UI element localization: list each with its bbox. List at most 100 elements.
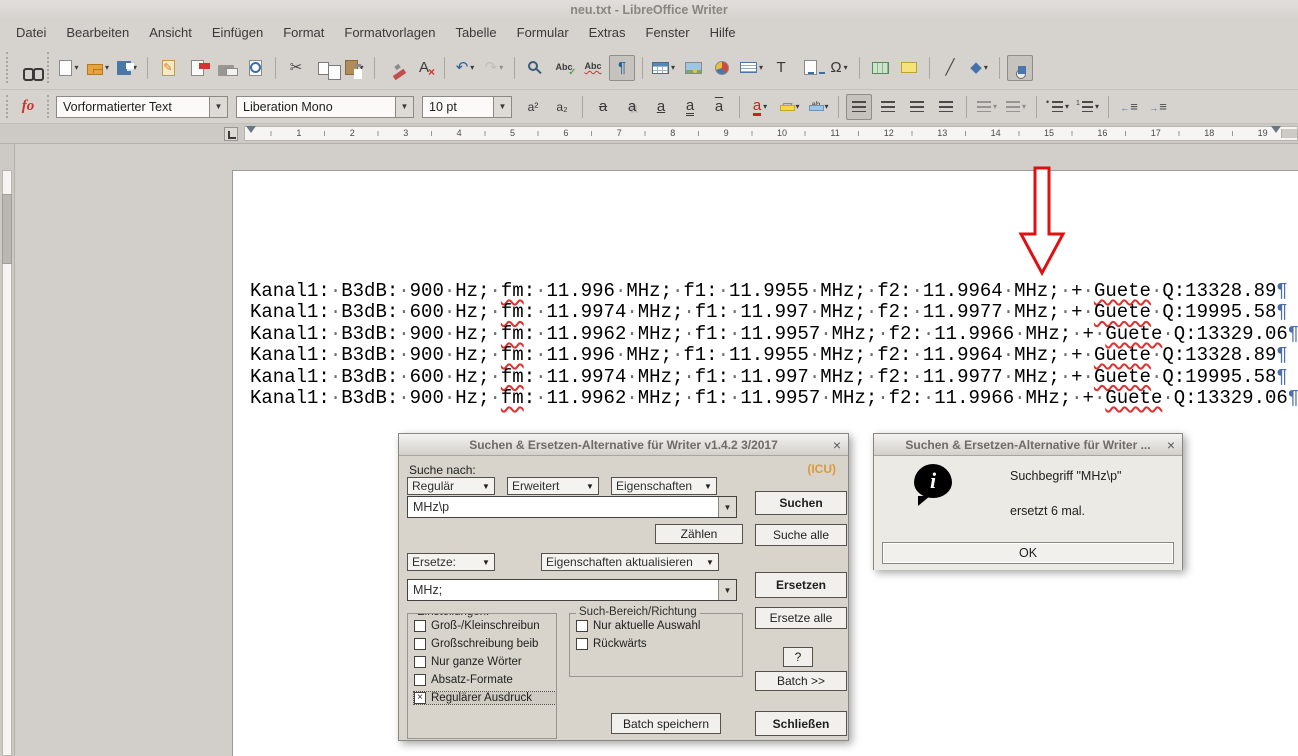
chevron-down-icon[interactable]: ▾ [470, 63, 474, 72]
superscript-icon[interactable]: a² [520, 94, 546, 120]
align-justify-icon[interactable] [933, 94, 959, 120]
undo-icon[interactable]: ↶▾ [452, 55, 478, 81]
print-icon[interactable] [213, 55, 239, 81]
chevron-down-icon[interactable]: ▾ [984, 63, 988, 72]
menu-hilfe[interactable]: Hilfe [700, 20, 746, 46]
insert-line-icon[interactable]: ╱ [937, 55, 963, 81]
chevron-down-icon[interactable]: ▾ [763, 102, 767, 111]
formatting-marks-icon[interactable]: ¶ [609, 55, 635, 81]
ruler-scale[interactable]: 12345678910111213141516171819 [244, 126, 1298, 141]
align-center-icon[interactable] [875, 94, 901, 120]
chevron-down-icon[interactable]: ▾ [105, 63, 109, 72]
cut-icon[interactable]: ✂ [283, 55, 309, 81]
new-document-icon[interactable]: ▾ [56, 55, 82, 81]
insert-table-icon[interactable]: ▾ [650, 55, 677, 81]
font-name-combo[interactable]: Liberation Mono ▼ [236, 96, 414, 118]
replace-button[interactable]: Ersetzen [755, 572, 847, 598]
highlighting-color-icon[interactable]: ▾ [776, 94, 802, 120]
subscript-icon[interactable]: a₂ [549, 94, 575, 120]
export-pdf-icon[interactable] [184, 55, 210, 81]
menu-formular[interactable]: Formular [507, 20, 579, 46]
chevron-down-icon[interactable]: ▼ [718, 497, 736, 517]
chevron-down-icon[interactable]: ▼ [718, 580, 736, 600]
align-right-icon[interactable] [904, 94, 930, 120]
indent-marker-right[interactable] [1271, 126, 1281, 138]
chevron-down-icon[interactable]: ▼ [493, 97, 511, 117]
document-text[interactable]: Kanal1:·B3dB:·900·Hz;·fm:·11.996·MHz;·f1… [233, 171, 1298, 409]
batch-button[interactable]: Batch >> [755, 671, 847, 691]
insert-comment-icon[interactable] [896, 55, 922, 81]
toolbar-handle[interactable] [47, 52, 52, 82]
chevron-down-icon[interactable]: ▼ [209, 97, 227, 117]
shadow-icon[interactable]: a [619, 94, 645, 120]
chevron-down-icon[interactable]: ▾ [74, 63, 78, 72]
replace-all-button[interactable]: Ersetze alle [755, 607, 847, 629]
numbered-list-icon[interactable]: ▾ [1074, 94, 1101, 120]
chevron-down-icon[interactable]: ▾ [499, 63, 503, 72]
checkbox-nur-ganze-w-rter[interactable]: Nur ganze Wörter [414, 656, 556, 668]
underline-icon[interactable]: a [648, 94, 674, 120]
decrease-indent-icon[interactable]: ≡ [1116, 94, 1142, 120]
find-replace-icon[interactable] [522, 55, 548, 81]
menu-einf-gen[interactable]: Einfügen [202, 20, 273, 46]
insert-pagebreak-icon[interactable] [797, 55, 823, 81]
checkbox-box[interactable]: × [414, 692, 426, 704]
checkbox-box[interactable] [414, 674, 426, 686]
open-icon[interactable]: ▾ [85, 55, 111, 81]
overline-icon[interactable]: a [706, 94, 732, 120]
clear-formatting-icon[interactable]: A [411, 55, 437, 81]
menu-fenster[interactable]: Fenster [636, 20, 700, 46]
menu-format[interactable]: Format [273, 20, 334, 46]
checkbox-box[interactable] [414, 638, 426, 650]
search-alternative-macro-icon[interactable]: fo [15, 94, 41, 120]
chevron-down-icon[interactable]: ▼ [395, 97, 413, 117]
checkbox-gro-kleinschreibun[interactable]: Groß-/Kleinschreibun [414, 620, 556, 632]
result-dialog-titlebar[interactable]: Suchen & Ersetzen-Alternative für Writer… [874, 434, 1182, 456]
checkbox-box[interactable] [414, 656, 426, 668]
toolbar-handle[interactable] [47, 95, 52, 118]
checkbox-absatz-formate[interactable]: Absatz-Formate [414, 674, 556, 686]
font-size-combo[interactable]: 10 pt ▼ [422, 96, 512, 118]
update-properties-dropdown[interactable]: Eigenschaften aktualisieren ▼ [541, 553, 719, 571]
properties-dropdown[interactable]: Eigenschaften ▼ [611, 477, 717, 495]
print-preview-icon[interactable] [242, 55, 268, 81]
draw-functions-icon[interactable] [1007, 55, 1033, 81]
double-underline-icon[interactable]: a [677, 94, 703, 120]
increase-indent-icon[interactable]: ≡ [1145, 94, 1171, 120]
tab-stop-selector[interactable] [224, 127, 238, 141]
chevron-down-icon[interactable]: ▾ [844, 63, 848, 72]
special-character-icon[interactable]: Ω▾ [826, 55, 852, 81]
insert-chart-icon[interactable] [709, 55, 735, 81]
count-button[interactable]: Zählen [655, 524, 743, 544]
bullet-list-icon[interactable]: ▾ [1044, 94, 1071, 120]
chevron-down-icon[interactable]: ▾ [1095, 102, 1099, 111]
copy-icon[interactable] [312, 55, 338, 81]
search-replace-dialog-titlebar[interactable]: Suchen & Ersetzen-Alternative für Writer… [399, 434, 848, 456]
search-button[interactable]: Suchen [755, 491, 847, 515]
insert-section-icon[interactable] [867, 55, 893, 81]
checkbox-box[interactable] [414, 620, 426, 632]
close-icon[interactable]: × [1167, 436, 1175, 454]
edit-mode-icon[interactable] [155, 55, 181, 81]
spelling-icon[interactable]: Abc [551, 55, 577, 81]
replace-term-input[interactable]: MHz; ▼ [407, 579, 737, 601]
toolbar-handle[interactable] [6, 95, 11, 118]
batch-save-button[interactable]: Batch speichern [611, 713, 721, 734]
extended-dropdown[interactable]: Erweitert ▼ [507, 477, 599, 495]
align-left-icon[interactable] [846, 94, 872, 120]
menu-tabelle[interactable]: Tabelle [445, 20, 506, 46]
basic-shapes-icon[interactable]: ◆▾ [966, 55, 992, 81]
checkbox-box[interactable] [576, 620, 588, 632]
checkbox-r-ckw-rts[interactable]: Rückwärts [576, 638, 742, 650]
close-button[interactable]: Schließen [755, 711, 847, 736]
save-icon[interactable]: ▾ [114, 55, 140, 81]
clone-formatting-icon[interactable] [382, 55, 408, 81]
chevron-down-icon[interactable]: ▾ [824, 102, 828, 111]
chevron-down-icon[interactable]: ▾ [993, 102, 997, 111]
search-all-button[interactable]: Suche alle [755, 524, 847, 546]
chevron-down-icon[interactable]: ▾ [1065, 102, 1069, 111]
checkbox-box[interactable] [576, 638, 588, 650]
chevron-down-icon[interactable]: ▾ [1022, 102, 1026, 111]
find-toolbar-binoculars-icon[interactable] [15, 55, 41, 81]
close-icon[interactable]: × [833, 436, 841, 454]
